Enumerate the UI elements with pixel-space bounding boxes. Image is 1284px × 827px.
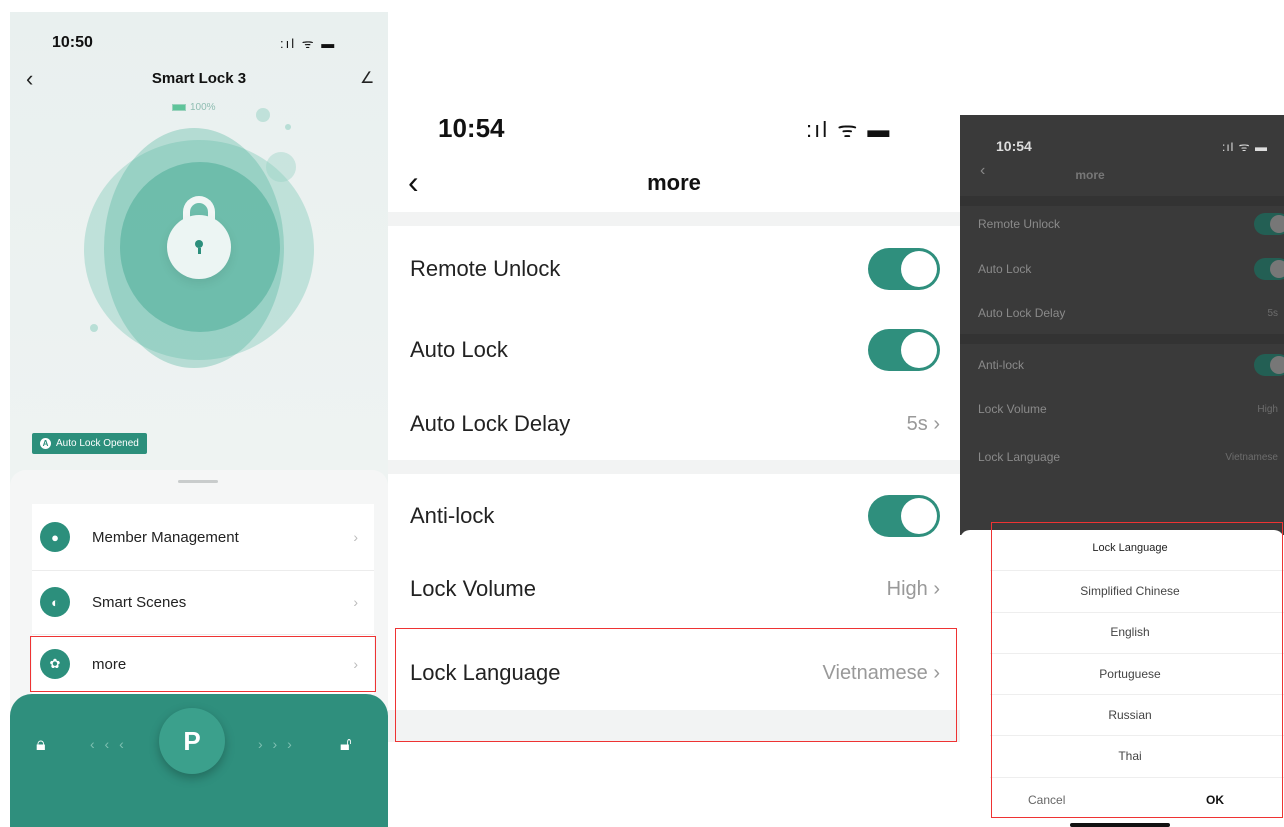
row-label: Anti-lock: [410, 503, 495, 528]
row-label: Auto Lock: [410, 337, 508, 362]
person-icon: ●: [40, 522, 70, 552]
page-title: more: [647, 170, 701, 195]
remote-unlock-toggle[interactable]: [1254, 213, 1284, 235]
row-label: Remote Unlock: [410, 256, 561, 281]
row-auto-lock: Auto Lock: [978, 249, 1284, 289]
row-label: Auto Lock Delay: [978, 306, 1066, 320]
more-settings-screen: 10:54 :ıl ᯤ ▬ ‹ more Remote Unlock Auto …: [388, 0, 960, 827]
smart-lock-screen: 10:50 :ıl ᯤ ▬ ‹ Smart Lock 3 ∠ 100% A Au…: [10, 12, 388, 827]
bubble: [256, 108, 270, 122]
row-lock-volume[interactable]: Lock Volume High ›: [410, 554, 940, 624]
anti-lock-toggle[interactable]: [868, 495, 940, 537]
row-lock-language[interactable]: Lock Language Vietnamese: [978, 437, 1284, 477]
status-badge-label: Auto Lock Opened: [56, 438, 139, 449]
row-value: High: [886, 577, 928, 600]
left-arrows-icon: ‹ ‹ ‹: [90, 736, 127, 752]
keyhole-icon: [194, 240, 204, 254]
chevron-right-icon: ›: [353, 594, 358, 610]
row-label: Lock Volume: [410, 576, 536, 601]
menu-item-smart-scenes[interactable]: ◐ Smart Scenes ›: [32, 571, 374, 633]
page-title: Smart Lock 3: [151, 70, 247, 87]
row-anti-lock: Anti-lock: [978, 345, 1284, 385]
row-remote-unlock: Remote Unlock: [410, 234, 940, 304]
status-time: 10:54: [996, 138, 1032, 154]
chevron-right-icon: ›: [927, 412, 940, 435]
row-auto-lock-delay[interactable]: Auto Lock Delay 5s ›: [410, 389, 940, 459]
highlight-box: [991, 522, 1283, 818]
status-time: 10:50: [52, 34, 93, 51]
menu-item-label: Member Management: [92, 528, 239, 546]
section-gap: [388, 212, 960, 226]
row-value: 5s: [1267, 307, 1278, 319]
auto-lock-toggle[interactable]: [868, 329, 940, 371]
status-icons: :ıl ᯤ ▬: [280, 36, 337, 51]
row-value: 5s: [906, 412, 928, 435]
unlock-slider-knob[interactable]: P: [159, 708, 225, 774]
lock-closed-icon: 🔒︎: [36, 734, 46, 754]
row-lock-volume[interactable]: Lock Volume High: [978, 389, 1284, 429]
row-label: Auto Lock Delay: [410, 411, 571, 436]
highlight-box: [395, 628, 957, 742]
row-label: Anti-lock: [978, 358, 1025, 372]
auto-icon: A: [40, 438, 51, 449]
status-icons: :ıl ᯤ ▬: [806, 117, 892, 142]
row-auto-lock-delay[interactable]: Auto Lock Delay 5s: [978, 293, 1284, 333]
right-arrows-icon: › › ›: [258, 736, 295, 752]
bubble: [90, 324, 98, 332]
chevron-right-icon: ›: [927, 577, 940, 600]
bubble: [266, 152, 296, 182]
row-remote-unlock: Remote Unlock: [978, 204, 1284, 244]
home-indicator: [1070, 823, 1170, 827]
row-auto-lock: Auto Lock: [410, 315, 940, 385]
lock-open-icon: 🔓︎: [340, 734, 352, 754]
key-icon: P: [183, 725, 201, 756]
auto-lock-toggle[interactable]: [1254, 258, 1284, 280]
battery-level: 100%: [190, 102, 216, 113]
section-gap: [388, 460, 960, 474]
page-title: more: [1075, 168, 1105, 182]
row-anti-lock: Anti-lock: [410, 481, 940, 551]
remote-unlock-toggle[interactable]: [868, 248, 940, 290]
section-gap: [960, 334, 1284, 344]
row-value: Vietnamese: [1225, 451, 1278, 463]
bubble: [285, 124, 291, 130]
toggle-icon: ◐: [40, 587, 70, 617]
menu-item-member-management[interactable]: ● Member Management ›: [32, 506, 374, 568]
menu-item-label: Smart Scenes: [92, 593, 187, 611]
anti-lock-toggle[interactable]: [1254, 354, 1284, 376]
status-time: 10:54: [438, 113, 505, 143]
battery-icon: [172, 104, 186, 111]
highlight-box: [30, 636, 376, 692]
language-picker-screen: 10:54 :ıl ᯤ ▬ ‹ more Remote Unlock Auto …: [960, 0, 1284, 827]
row-label: Lock Volume: [978, 402, 1047, 416]
row-label: Lock Language: [978, 450, 1061, 464]
battery-indicator: 100%: [172, 102, 216, 113]
status-badge: A Auto Lock Opened: [32, 433, 147, 454]
status-icons: :ıl ᯤ ▬: [1222, 140, 1268, 154]
sheet-grabber[interactable]: [178, 480, 218, 483]
row-value: High: [1257, 403, 1278, 415]
row-label: Remote Unlock: [978, 217, 1061, 231]
unlock-slider-bar: 🔒︎ ‹ ‹ ‹ P › › › 🔓︎: [10, 694, 388, 827]
edit-icon[interactable]: ∠: [360, 68, 374, 88]
row-label: Auto Lock: [978, 262, 1032, 276]
chevron-right-icon: ›: [353, 529, 358, 545]
